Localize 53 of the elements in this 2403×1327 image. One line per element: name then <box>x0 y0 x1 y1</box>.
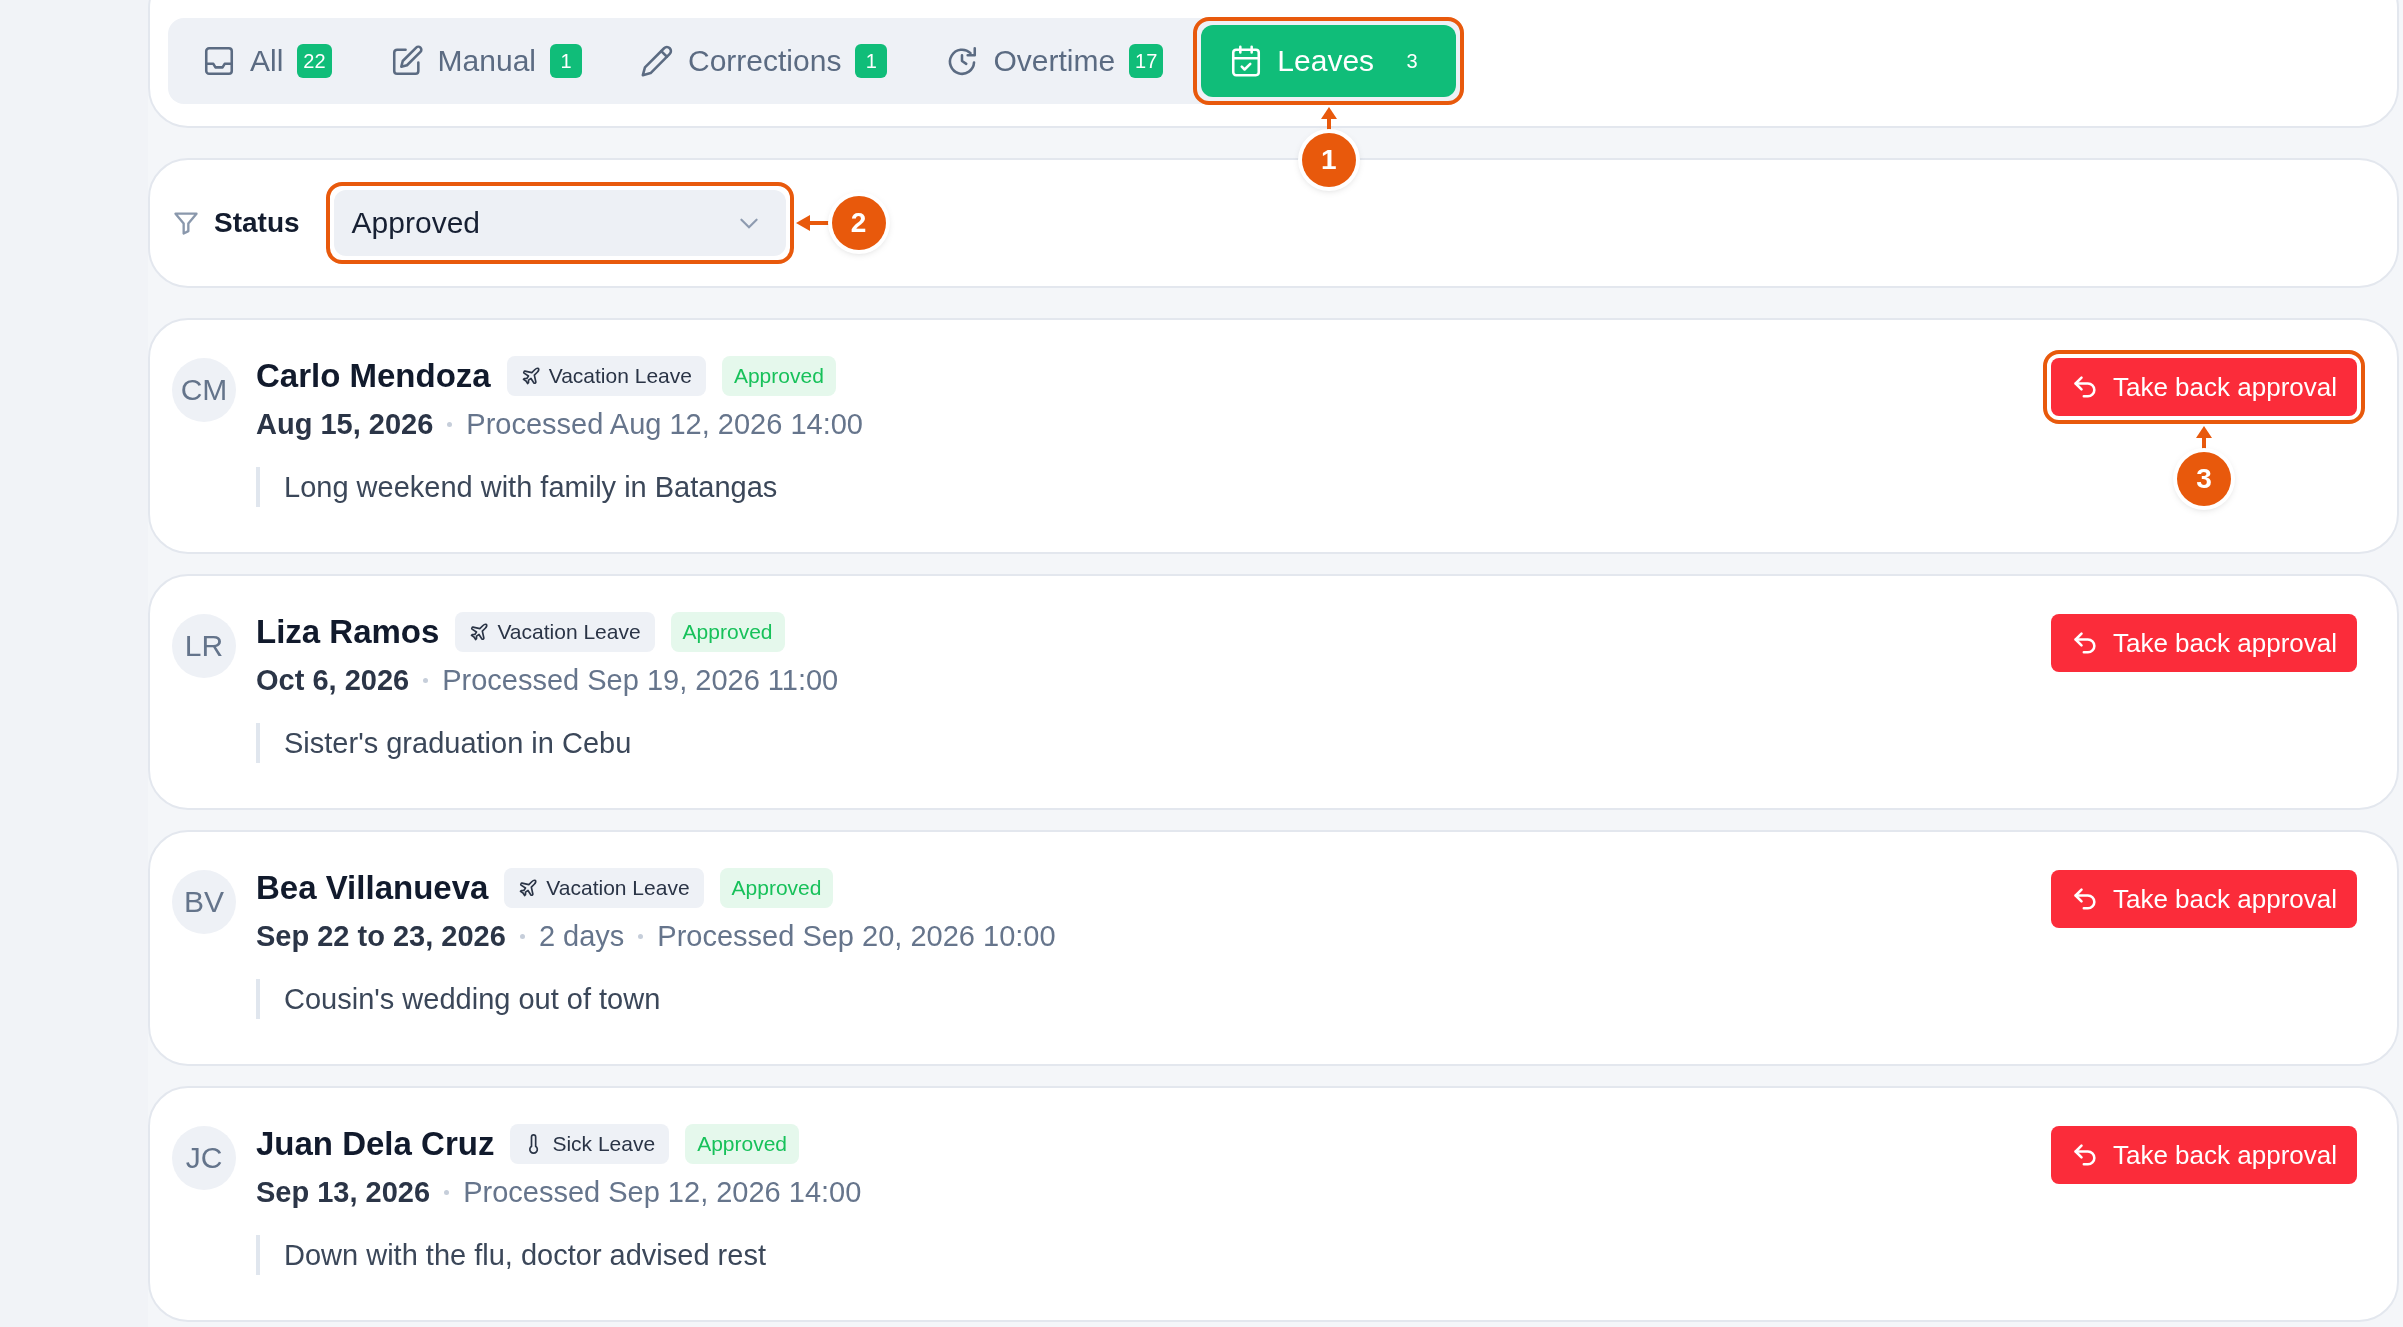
tab-count: 3 <box>1405 48 1419 74</box>
take-back-button[interactable]: Take back approval <box>2050 1126 2357 1184</box>
status-tag: Approved <box>670 612 785 652</box>
status-tag: Approved <box>685 1124 800 1164</box>
take-back-button[interactable]: Take back approval <box>2050 870 2357 928</box>
tab[interactable]: Corrections 1 <box>620 25 908 97</box>
detail-text: Processed Aug 12, 2026 14:00 <box>466 408 863 441</box>
take-back-button[interactable]: Take back approval <box>2050 358 2357 416</box>
avatar: CM <box>172 358 236 422</box>
note-text: Long weekend with family in Batangas <box>256 467 2031 507</box>
count-badge: 22 <box>297 44 332 78</box>
count-badge: 17 <box>1129 44 1164 78</box>
avatar: JC <box>172 1126 236 1190</box>
status-dropdown[interactable]: Approved <box>333 190 786 256</box>
leave-date: Sep 22 to 23, 2026 <box>256 920 506 953</box>
tab[interactable]: Manual 1 <box>369 25 602 97</box>
employee-name: Juan Dela Cruz <box>256 1125 495 1163</box>
leave-type-label: Sick Leave <box>552 1132 656 1156</box>
pencil-icon <box>640 44 674 78</box>
leave-type-label: Vacation Leave <box>548 364 692 388</box>
status-tag: Approved <box>719 868 834 908</box>
note-text: Sister's graduation in Cebu <box>256 723 2031 763</box>
airplane-icon <box>469 622 490 642</box>
count-badge: 1 <box>550 44 582 78</box>
tab[interactable]: Leaves 3 <box>1201 25 1457 97</box>
detail-text: Processed Sep 19, 2026 11:00 <box>442 664 839 697</box>
leave-type-label: Vacation Leave <box>497 620 641 644</box>
employee-name: Carlo Mendoza <box>256 357 491 395</box>
tab[interactable]: All 22 <box>182 25 352 97</box>
leave-date: Aug 15, 2026 <box>256 408 434 441</box>
filter-label: Status <box>214 207 300 239</box>
tab[interactable]: Overtime 17 <box>925 25 1184 97</box>
employee-name: Bea Villanueva <box>256 869 489 907</box>
take-back-button[interactable]: Take back approval <box>2050 614 2357 672</box>
callout-badge: 1 <box>1301 133 1356 187</box>
callout-badge: 2 <box>831 196 886 250</box>
note-text: Cousin's wedding out of town <box>256 979 2031 1019</box>
count-badge: 1 <box>855 44 888 78</box>
airplane-icon <box>520 366 541 386</box>
leave-type-label: Vacation Leave <box>546 876 690 900</box>
avatar: BV <box>172 870 236 934</box>
detail-text: Processed Sep 20, 2026 10:00 <box>657 920 1056 953</box>
note-text: Down with the flu, doctor advised rest <box>256 1235 2031 1275</box>
inbox-icon <box>202 44 236 78</box>
callout-badge: 3 <box>2177 452 2231 506</box>
leave-date: Oct 6, 2026 <box>256 664 410 697</box>
detail-text: 2 days <box>538 920 625 953</box>
airplane-icon <box>518 878 539 898</box>
detail-text: Processed Sep 12, 2026 14:00 <box>463 1176 862 1209</box>
employee-name: Liza Ramos <box>256 613 440 651</box>
leave-date: Sep 13, 2026 <box>256 1176 431 1209</box>
status-tag: Approved <box>721 356 836 396</box>
avatar: LR <box>172 614 236 678</box>
